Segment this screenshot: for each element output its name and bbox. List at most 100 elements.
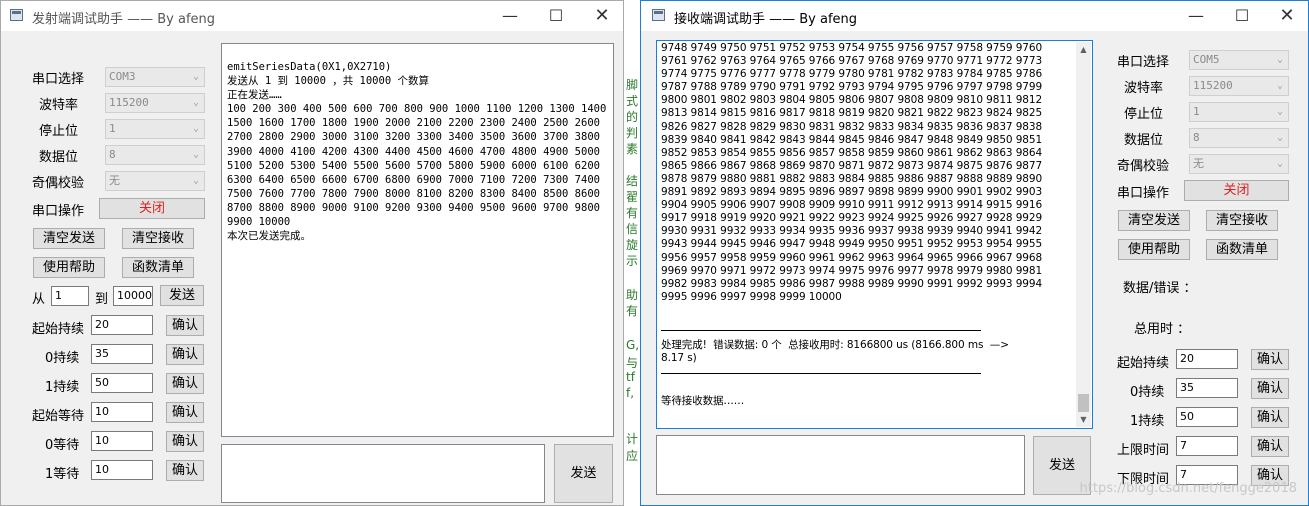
window-title: 接收端调试助手 —— By afeng: [674, 12, 858, 27]
databits-select-value: 8: [1193, 131, 1200, 144]
send-input[interactable]: [656, 435, 1025, 495]
param-label: 起始持续: [1117, 356, 1170, 371]
param-label: 1持续: [1130, 414, 1165, 429]
baud-select[interactable]: 115200 ⌄: [1189, 76, 1289, 96]
baud-select-value: 115200: [1193, 79, 1233, 92]
port-select-value: COM3: [109, 70, 136, 83]
param-one-hold-input[interactable]: 50: [1176, 407, 1238, 427]
bg-text: 结: [626, 174, 639, 188]
stopbits-select[interactable]: 1 ⌄: [105, 119, 205, 139]
vertical-scrollbar[interactable]: ▲ ▼: [1076, 42, 1091, 427]
scroll-down-icon[interactable]: ▼: [1076, 412, 1091, 427]
label-port-op: 串口操作: [1117, 186, 1170, 201]
confirm-button[interactable]: 确认: [1251, 349, 1289, 370]
bg-text: 与: [626, 356, 639, 370]
param-zero-wait-input[interactable]: 10: [91, 431, 153, 451]
param-zero-hold-input[interactable]: 35: [91, 344, 153, 364]
param-zero-hold-input[interactable]: 35: [1176, 378, 1238, 398]
log-text: emitSeriesData(0X1,0X2710) 发送从 1 到 10000…: [227, 61, 607, 243]
close-icon[interactable]: ✕: [579, 1, 623, 31]
background-window-fragment: 脚 式 的 判 素 结 翟 有 信 旋 示 助 有 G, 与 tf f, 计应: [624, 0, 640, 506]
port-toggle-button[interactable]: 关闭: [99, 198, 205, 219]
bg-text: 信: [626, 222, 639, 236]
chevron-down-icon: ⌄: [1276, 80, 1283, 91]
bg-text: 助: [626, 288, 639, 302]
bg-text: 有: [626, 304, 639, 318]
label-parity: 奇偶校验: [1117, 159, 1170, 174]
function-list-button[interactable]: 函数清单: [1206, 239, 1278, 260]
scrollbar-thumb[interactable]: [1078, 394, 1089, 412]
label-databits: 数据位: [1124, 133, 1164, 148]
port-select-value: COM5: [1193, 53, 1220, 66]
bg-text: 示: [626, 254, 639, 268]
confirm-button[interactable]: 确认: [166, 315, 204, 336]
close-icon[interactable]: ✕: [1264, 1, 1308, 31]
confirm-button[interactable]: 确认: [166, 402, 204, 423]
baud-select[interactable]: 115200 ⌄: [105, 93, 205, 113]
confirm-button[interactable]: 确认: [1251, 407, 1289, 428]
port-select[interactable]: COM3 ⌄: [105, 67, 205, 87]
range-from-input[interactable]: 1: [51, 286, 89, 306]
param-label: 1持续: [45, 380, 80, 395]
chevron-down-icon: ⌄: [192, 123, 199, 134]
process-summary: 处理完成! 错误数据: 0 个 总接收用时: 8166800 us (8166.…: [661, 339, 1009, 365]
clear-receive-button[interactable]: 清空接收: [1206, 210, 1278, 231]
port-select[interactable]: COM5 ⌄: [1189, 50, 1289, 70]
label-port: 串口选择: [1117, 55, 1170, 70]
port-toggle-button[interactable]: 关闭: [1184, 180, 1289, 201]
maximize-icon[interactable]: ☐: [533, 1, 579, 31]
received-numbers: 9748 9749 9750 9751 9752 9753 9754 9755 …: [661, 42, 1043, 303]
label-parity: 奇偶校验: [32, 176, 85, 191]
confirm-button[interactable]: 确认: [1251, 436, 1289, 457]
parity-select[interactable]: 无 ⌄: [105, 171, 205, 191]
confirm-button[interactable]: 确认: [166, 373, 204, 394]
range-send-button[interactable]: 发送: [160, 285, 204, 306]
param-one-wait-input[interactable]: 10: [91, 460, 153, 480]
confirm-button[interactable]: 确认: [166, 460, 204, 481]
send-input[interactable]: [221, 444, 545, 503]
parity-select[interactable]: 无 ⌄: [1189, 154, 1289, 174]
minimize-icon[interactable]: —: [1173, 1, 1219, 31]
confirm-button[interactable]: 确认: [166, 344, 204, 365]
param-label: 起始持续: [32, 322, 85, 337]
clear-send-button[interactable]: 清空发送: [1118, 210, 1190, 231]
chevron-down-icon: ⌄: [192, 71, 199, 82]
scroll-up-icon[interactable]: ▲: [1076, 42, 1091, 57]
chevron-down-icon: ⌄: [1276, 54, 1283, 65]
bg-text: 翟: [626, 190, 639, 204]
param-label: 上限时间: [1117, 443, 1170, 458]
stat-data-error-label: 数据/错误 ：: [1123, 281, 1197, 296]
databits-select[interactable]: 8 ⌄: [105, 145, 205, 165]
stopbits-select[interactable]: 1 ⌄: [1189, 102, 1289, 122]
help-button[interactable]: 使用帮助: [33, 257, 105, 278]
send-button[interactable]: 发送: [554, 444, 613, 503]
bg-text: 旋: [626, 238, 639, 252]
range-from-label: 从: [32, 292, 46, 307]
bg-text: 脚: [626, 78, 639, 92]
help-button[interactable]: 使用帮助: [1118, 239, 1190, 260]
maximize-icon[interactable]: ☐: [1219, 1, 1265, 31]
label-databits: 数据位: [39, 150, 79, 165]
param-one-hold-input[interactable]: 50: [91, 373, 153, 393]
param-start-wait-input[interactable]: 10: [91, 402, 153, 422]
label-baud: 波特率: [39, 98, 79, 113]
param-upper-limit-input[interactable]: 7: [1176, 436, 1238, 456]
baud-select-value: 115200: [109, 96, 149, 109]
bg-text: 的: [626, 110, 639, 124]
stopbits-select-value: 1: [1193, 105, 1200, 118]
param-start-hold-input[interactable]: 20: [91, 315, 153, 335]
confirm-button[interactable]: 确认: [166, 431, 204, 452]
receive-log[interactable]: 9748 9749 9750 9751 9752 9753 9754 9755 …: [656, 40, 1093, 429]
divider: [661, 373, 981, 374]
clear-send-button[interactable]: 清空发送: [33, 228, 105, 249]
clear-receive-button[interactable]: 清空接收: [122, 228, 194, 249]
range-to-input[interactable]: 10000: [113, 286, 153, 306]
param-start-hold-input[interactable]: 20: [1176, 349, 1238, 369]
receive-log[interactable]: emitSeriesData(0X1,0X2710) 发送从 1 到 10000…: [221, 43, 614, 437]
title-bar: 发射端调试助手 —— By afeng — ☐ ✕: [1, 1, 623, 31]
minimize-icon[interactable]: —: [487, 1, 533, 31]
databits-select[interactable]: 8 ⌄: [1189, 128, 1289, 148]
function-list-button[interactable]: 函数清单: [122, 257, 194, 278]
param-label: 0持续: [45, 351, 80, 366]
confirm-button[interactable]: 确认: [1251, 378, 1289, 399]
